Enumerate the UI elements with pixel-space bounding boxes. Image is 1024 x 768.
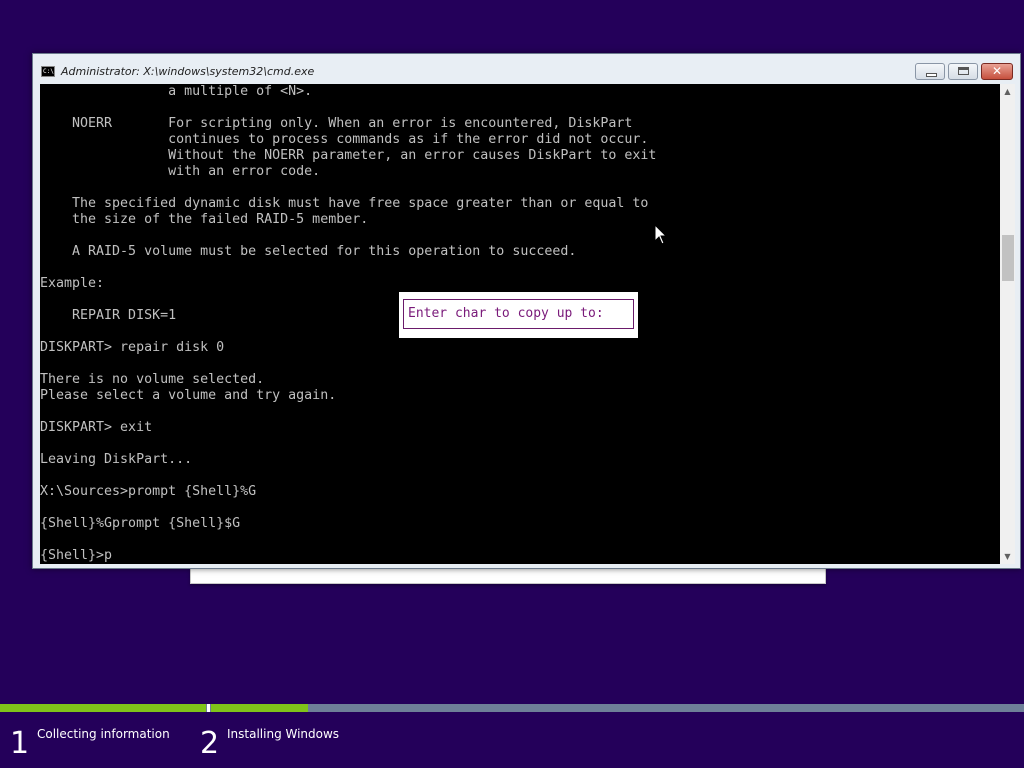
progress-step-1-fill xyxy=(0,704,206,712)
setup-dialog-behind xyxy=(190,568,826,584)
cmd-icon[interactable]: C:\ xyxy=(41,66,55,77)
close-icon: ✕ xyxy=(991,64,1003,78)
copy-prompt-dialog[interactable]: Enter char to copy up to: xyxy=(399,292,638,338)
title-bar[interactable]: C:\ Administrator: X:\windows\system32\c… xyxy=(33,54,1020,84)
scroll-down-arrow-icon[interactable]: ▼ xyxy=(1000,549,1015,564)
progress-step-2-fill xyxy=(211,704,308,712)
maximize-button[interactable] xyxy=(948,63,978,80)
minimize-icon xyxy=(926,73,937,77)
mouse-pointer-icon xyxy=(654,224,668,245)
window-title: Administrator: X:\windows\system32\cmd.e… xyxy=(61,65,315,78)
vertical-scrollbar[interactable]: ▲ ▼ xyxy=(1000,84,1015,564)
setup-progress-bar xyxy=(0,704,1024,712)
progress-divider xyxy=(207,704,210,712)
maximize-icon xyxy=(958,67,969,75)
scroll-up-arrow-icon[interactable]: ▲ xyxy=(1000,84,1015,99)
copy-prompt-input[interactable]: Enter char to copy up to: xyxy=(403,299,634,329)
step-label: Collecting information xyxy=(37,727,170,741)
close-button[interactable]: ✕ xyxy=(981,63,1013,80)
step-number: 2 xyxy=(200,726,220,761)
step-label: Installing Windows xyxy=(227,727,340,741)
scroll-thumb[interactable] xyxy=(1002,235,1014,281)
step-number: 1 xyxy=(10,726,30,761)
minimize-button[interactable] xyxy=(915,63,945,80)
